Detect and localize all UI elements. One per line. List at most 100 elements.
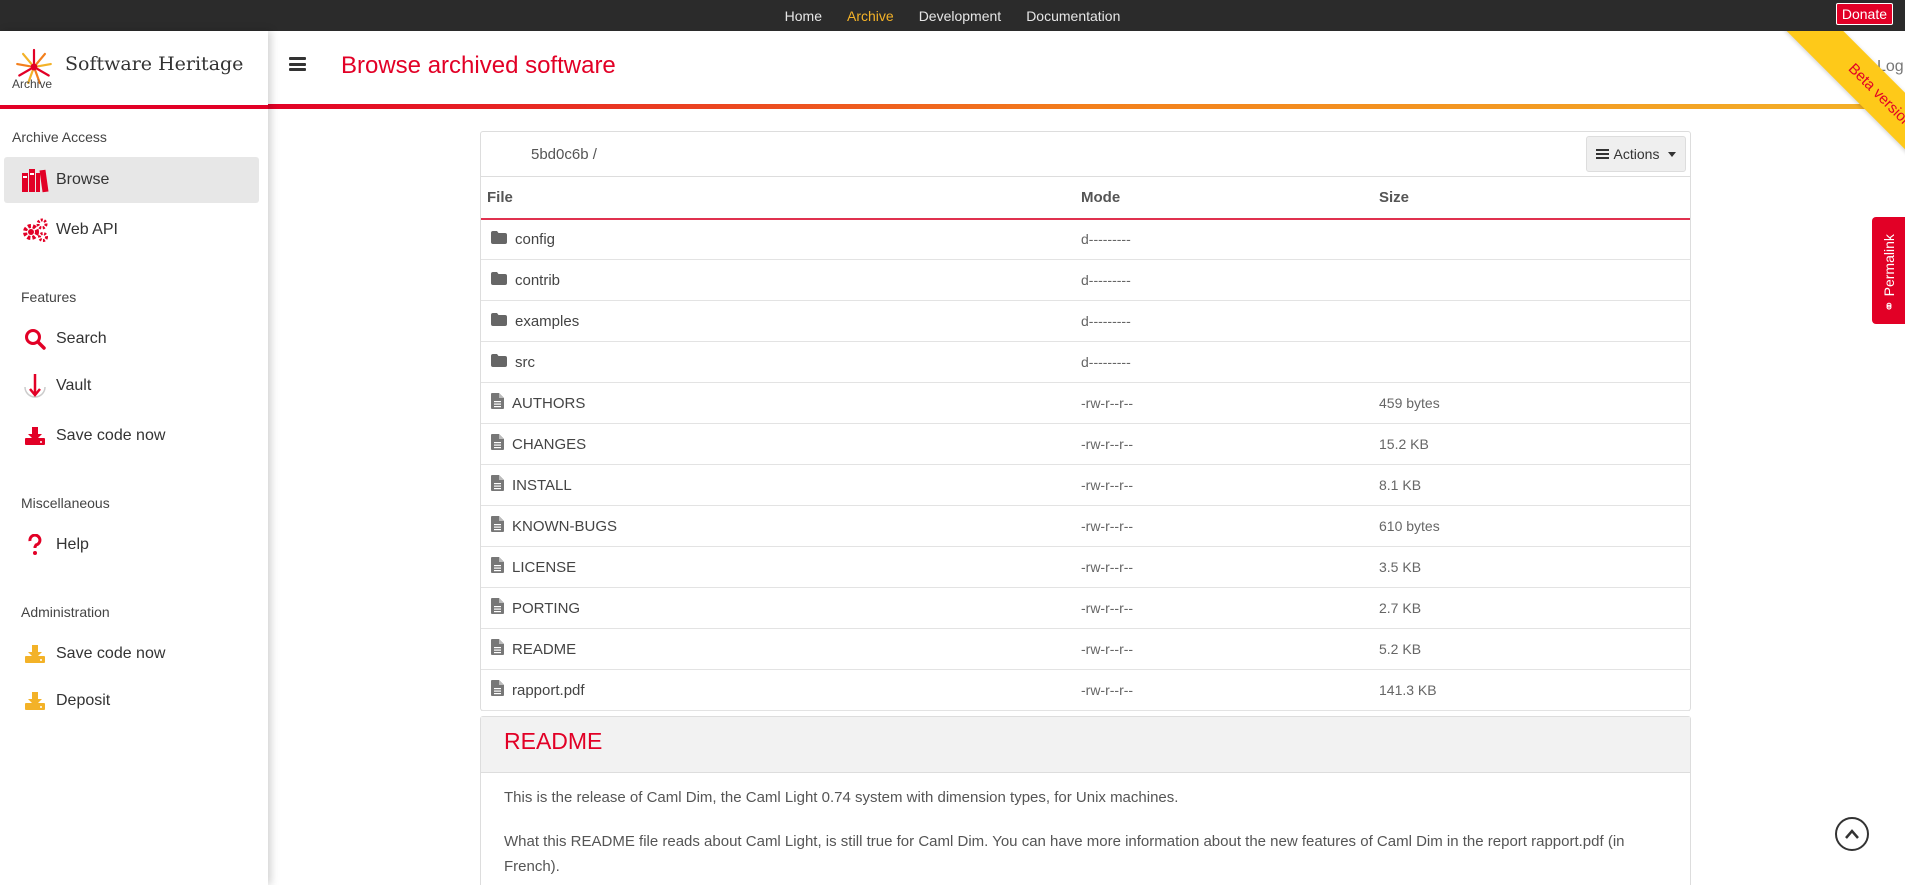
sidebar-item-search[interactable]: Search bbox=[4, 316, 259, 362]
file-name: src bbox=[515, 353, 535, 371]
brand-logo-link[interactable]: Software Heritage Archive bbox=[12, 47, 262, 91]
search-icon bbox=[20, 324, 50, 354]
sidebar-item-browse[interactable]: Browse bbox=[4, 157, 259, 203]
file-cell: contrib bbox=[481, 259, 1075, 301]
permalink-label: ⚭ Permalink bbox=[1881, 234, 1898, 312]
question-icon bbox=[20, 530, 50, 560]
file-icon bbox=[491, 393, 504, 413]
file-link[interactable]: rapport.pdf bbox=[487, 680, 1075, 700]
file-link[interactable]: examples bbox=[487, 312, 1075, 330]
file-size: 459 bytes bbox=[1373, 382, 1690, 424]
folder-icon bbox=[491, 353, 507, 371]
login-link[interactable]: Log bbox=[1877, 58, 1904, 76]
file-mode: -rw-r--r-- bbox=[1075, 669, 1373, 711]
nav-development-link[interactable]: Development bbox=[919, 8, 1002, 24]
table-row: AUTHORS -rw-r--r-- 459 bytes bbox=[481, 382, 1690, 424]
file-link[interactable]: README bbox=[487, 639, 1075, 659]
file-name: rapport.pdf bbox=[512, 681, 585, 699]
table-row: examples d--------- bbox=[481, 300, 1690, 342]
section-title-administration: Administration bbox=[21, 604, 110, 620]
file-cell: config bbox=[481, 218, 1075, 260]
readme-paragraph: What this README file reads about Caml L… bbox=[504, 833, 1625, 875]
table-row: contrib d--------- bbox=[481, 259, 1690, 301]
section-title-archive-access: Archive Access bbox=[12, 129, 107, 145]
section-title-miscellaneous: Miscellaneous bbox=[21, 495, 110, 511]
nav-archive-link[interactable]: Archive bbox=[847, 8, 894, 24]
sidebar-item-save-code-now[interactable]: Save code now bbox=[4, 413, 259, 459]
column-header-mode[interactable]: Mode bbox=[1075, 176, 1373, 220]
gears-icon bbox=[20, 215, 50, 245]
actions-dropdown-button[interactable]: Actions bbox=[1586, 136, 1686, 172]
file-link[interactable]: AUTHORS bbox=[487, 393, 1075, 413]
file-mode: -rw-r--r-- bbox=[1075, 505, 1373, 547]
header-gradient-bar bbox=[268, 104, 1905, 109]
nav-documentation-link[interactable]: Documentation bbox=[1026, 8, 1120, 24]
file-link[interactable]: contrib bbox=[487, 271, 1075, 289]
vault-arrow-icon bbox=[20, 371, 50, 401]
file-size: 8.1 KB bbox=[1373, 464, 1690, 506]
file-link[interactable]: LICENSE bbox=[487, 557, 1075, 577]
file-link[interactable]: config bbox=[487, 230, 1075, 248]
table-row: INSTALL -rw-r--r-- 8.1 KB bbox=[481, 464, 1690, 506]
table-row: PORTING -rw-r--r-- 2.7 KB bbox=[481, 587, 1690, 629]
sidebar-item-web-api[interactable]: Web API bbox=[4, 207, 259, 253]
table-header-row: File Mode Size bbox=[481, 176, 1690, 220]
file-size bbox=[1373, 259, 1690, 301]
scroll-to-top-button[interactable] bbox=[1835, 817, 1869, 851]
file-mode: d--------- bbox=[1075, 341, 1373, 383]
files-table: File Mode Size config d--------- contrib d-… bbox=[481, 176, 1690, 711]
download-icon bbox=[20, 639, 50, 669]
page-title: Browse archived software bbox=[341, 52, 616, 79]
file-cell: KNOWN-BUGS bbox=[481, 505, 1075, 547]
file-link[interactable]: src bbox=[487, 353, 1075, 371]
file-cell: INSTALL bbox=[481, 464, 1075, 506]
sidebar-item-help[interactable]: Help bbox=[4, 522, 259, 568]
file-name: CHANGES bbox=[512, 435, 587, 453]
download-icon bbox=[20, 686, 50, 716]
table-row: src d--------- bbox=[481, 341, 1690, 383]
folder-icon bbox=[491, 312, 507, 330]
file-link[interactable]: KNOWN-BUGS bbox=[487, 516, 1075, 536]
download-icon bbox=[20, 421, 50, 451]
file-link[interactable]: INSTALL bbox=[487, 475, 1075, 495]
file-name: AUTHORS bbox=[512, 394, 586, 412]
file-cell: CHANGES bbox=[481, 423, 1075, 465]
permalink-tab[interactable]: ⚭ Permalink bbox=[1872, 217, 1905, 324]
sidebar-item-admin-save-code-now[interactable]: Save code now bbox=[4, 631, 259, 677]
file-size: 2.7 KB bbox=[1373, 587, 1690, 629]
sidebar-divider bbox=[0, 105, 268, 109]
file-size bbox=[1373, 341, 1690, 383]
file-cell: LICENSE bbox=[481, 546, 1075, 588]
sidebar-item-label: Search bbox=[56, 330, 107, 347]
nav-home-link[interactable]: Home bbox=[785, 8, 822, 24]
column-header-file[interactable]: File bbox=[481, 176, 1075, 220]
table-row: KNOWN-BUGS -rw-r--r-- 610 bytes bbox=[481, 505, 1690, 547]
menu-icon bbox=[1595, 147, 1609, 161]
file-name: README bbox=[512, 640, 577, 658]
file-cell: rapport.pdf bbox=[481, 669, 1075, 711]
file-size bbox=[1373, 300, 1690, 342]
top-navbar: Home Archive Development Documentation D… bbox=[0, 0, 1905, 31]
sidebar-item-vault[interactable]: Vault bbox=[4, 363, 259, 409]
file-link[interactable]: CHANGES bbox=[487, 434, 1075, 454]
sidebar-item-deposit[interactable]: Deposit bbox=[4, 678, 259, 724]
file-size: 5.2 KB bbox=[1373, 628, 1690, 670]
file-mode: d--------- bbox=[1075, 218, 1373, 260]
file-link[interactable]: PORTING bbox=[487, 598, 1075, 618]
sidebar-item-label: Vault bbox=[56, 377, 92, 394]
file-icon bbox=[491, 598, 504, 618]
sidebar-item-label: Save code now bbox=[56, 427, 166, 444]
permalink-text: Permalink bbox=[1881, 234, 1897, 297]
directory-browser: 5bd0c6b / Actions File Mode Size config d… bbox=[480, 131, 1691, 711]
table-row: rapport.pdf -rw-r--r-- 141.3 KB bbox=[481, 669, 1690, 711]
file-name: config bbox=[515, 230, 556, 248]
brand-name: Software Heritage bbox=[65, 53, 244, 75]
donate-button[interactable]: Donate bbox=[1835, 3, 1893, 25]
readme-title: README bbox=[504, 728, 603, 754]
sidebar-toggle-button[interactable] bbox=[289, 57, 306, 71]
breadcrumb[interactable]: 5bd0c6b / bbox=[531, 146, 597, 163]
column-header-size[interactable]: Size bbox=[1373, 176, 1690, 220]
file-icon bbox=[491, 680, 504, 700]
file-mode: d--------- bbox=[1075, 300, 1373, 342]
file-icon bbox=[491, 475, 504, 495]
